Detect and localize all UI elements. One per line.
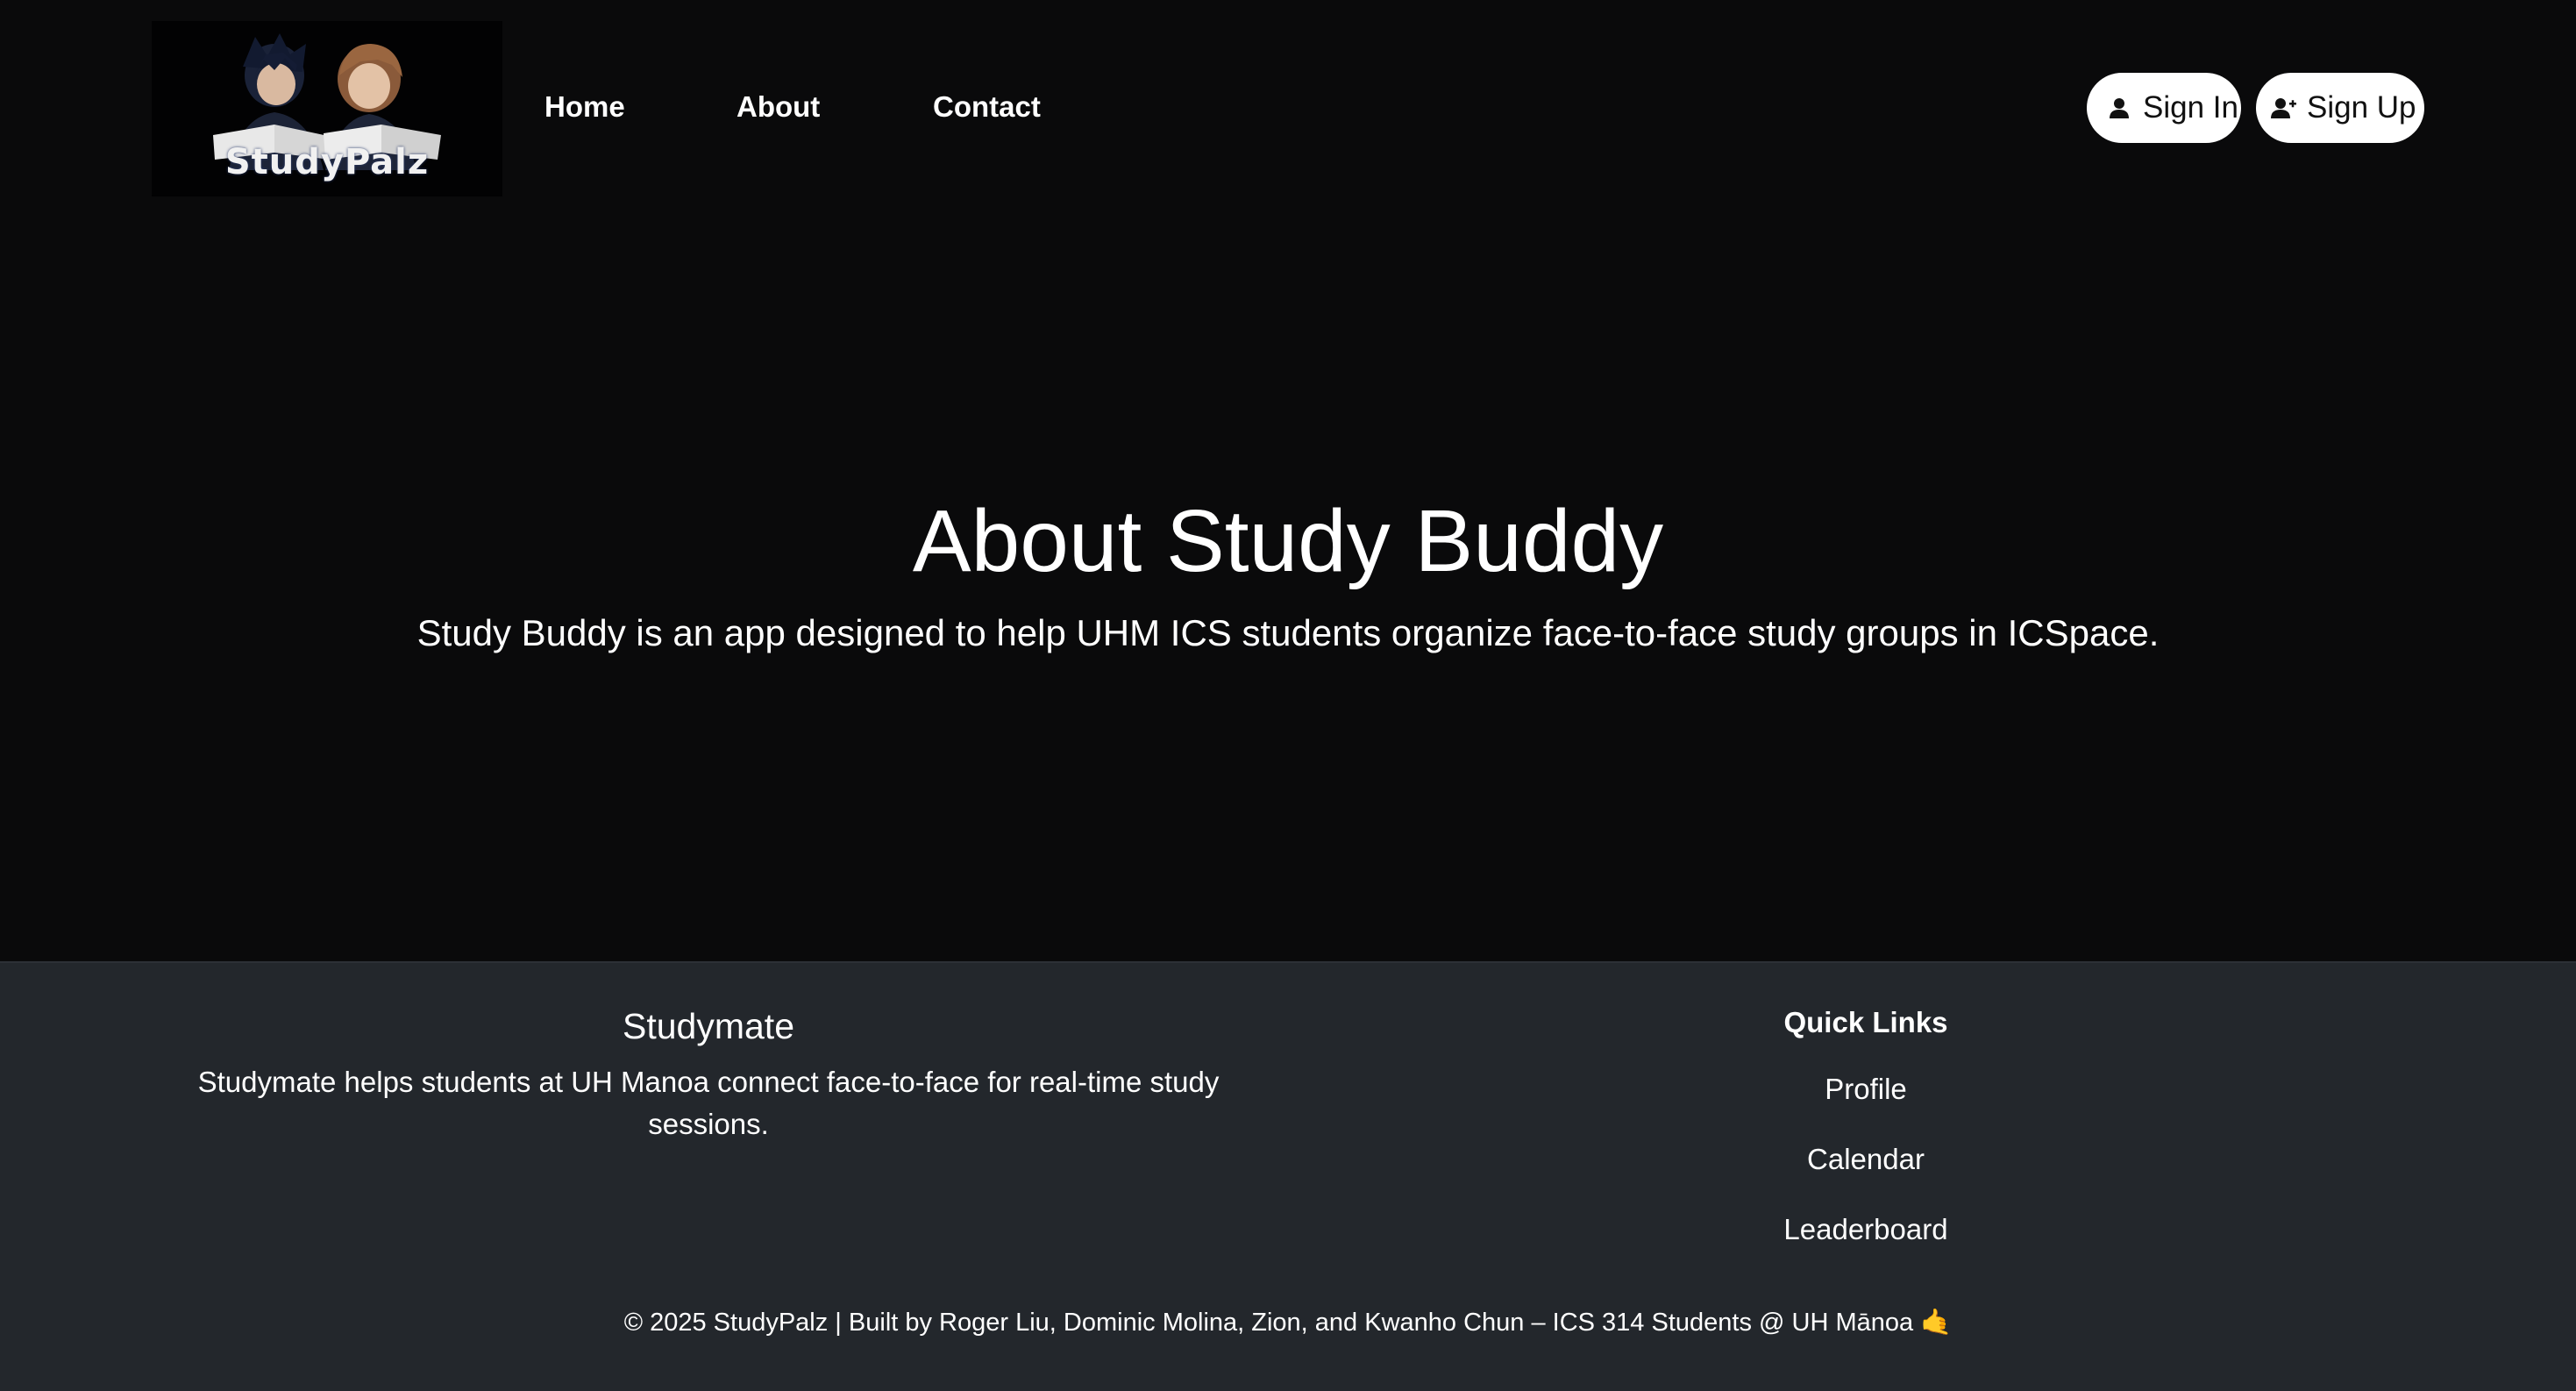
studypalz-logo[interactable]: StudyPalz <box>152 21 502 196</box>
nav-link-home[interactable]: Home <box>544 90 625 124</box>
sign-in-button[interactable]: Sign In <box>2087 73 2241 143</box>
person-plus-icon <box>2270 95 2296 121</box>
quick-link-leaderboard[interactable]: Leaderboard <box>1690 1209 2041 1251</box>
copyright-label: © 2025 StudyPalz | Built by Roger Liu, D… <box>623 1309 1914 1337</box>
sign-up-label: Sign Up <box>2307 90 2416 125</box>
footer-brand-description: Studymate helps students at UH Manoa con… <box>197 1066 1220 1140</box>
page-description: Study Buddy is an app designed to help U… <box>416 612 2160 653</box>
nav-link-contact[interactable]: Contact <box>933 90 1041 124</box>
person-icon <box>2106 95 2132 121</box>
footer-brand-title: Studymate <box>623 1006 794 1046</box>
navbar: StudyPalz Home About Contact Sign In Sig… <box>0 0 2576 216</box>
logo-text: StudyPalz <box>224 142 430 182</box>
copyright-text: © 2025 StudyPalz | Built by Roger Liu, D… <box>0 1305 2576 1340</box>
quick-links-title: Quick Links <box>1783 1006 1948 1038</box>
footer: Studymate Studymate helps students at UH… <box>0 961 2576 1391</box>
page-title: About Study Buddy <box>912 492 1664 590</box>
sign-up-button[interactable]: Sign Up <box>2256 73 2424 143</box>
nav-link-about[interactable]: About <box>737 90 820 124</box>
quick-link-calendar[interactable]: Calendar <box>1690 1138 2041 1181</box>
shaka-hand-icon: 🤙 <box>1920 1309 1953 1337</box>
sign-in-label: Sign In <box>2143 90 2238 125</box>
page: StudyPalz Home About Contact Sign In Sig… <box>0 0 2576 1391</box>
quick-link-profile[interactable]: Profile <box>1690 1068 2041 1110</box>
